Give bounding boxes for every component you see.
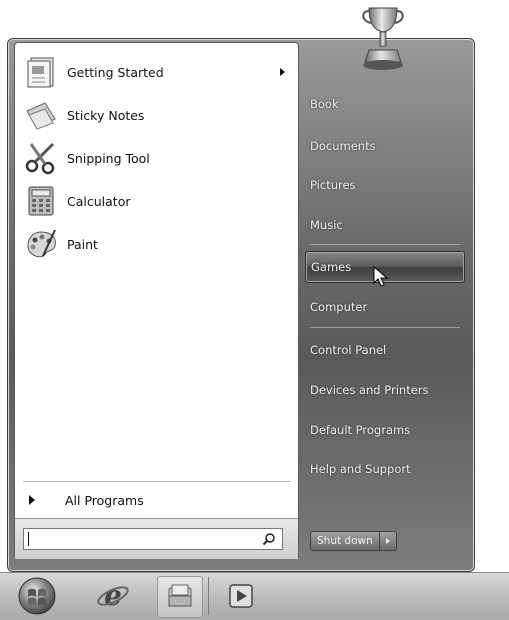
program-label: Getting Started — [67, 64, 164, 80]
all-programs-button[interactable]: All Programs — [19, 487, 293, 513]
program-item-getting-started[interactable]: Getting Started — [19, 53, 293, 91]
taskbar-media-player[interactable] — [220, 576, 262, 616]
scissors-icon — [25, 142, 55, 175]
sticky-notes-icon — [26, 102, 56, 130]
divider — [23, 481, 291, 482]
right-item-music[interactable]: Music — [305, 210, 463, 240]
right-item-pictures[interactable]: Pictures — [305, 170, 463, 200]
program-item-snipping-tool[interactable]: Snipping Tool — [19, 139, 293, 177]
calculator-icon — [28, 186, 54, 216]
taskbar: e — [0, 572, 509, 620]
right-item-label: Music — [310, 218, 343, 232]
right-item-devices-and-printers[interactable]: Devices and Printers — [305, 375, 463, 405]
right-item-label: Devices and Printers — [310, 383, 429, 397]
mouse-pointer-icon — [373, 266, 389, 287]
shutdown-button[interactable]: Shut down — [310, 531, 380, 551]
expand-arrow-icon — [29, 495, 35, 505]
right-item-label: Default Programs — [310, 423, 411, 437]
start-button[interactable] — [14, 576, 60, 616]
right-item-label: Help and Support — [310, 462, 411, 476]
right-item-label: Games — [311, 260, 352, 274]
taskbar-internet-explorer[interactable]: e — [92, 576, 134, 616]
program-item-paint[interactable]: Paint — [19, 225, 293, 263]
svg-text:e: e — [104, 579, 122, 612]
right-item-help-and-support[interactable]: Help and Support — [305, 454, 463, 484]
search-input[interactable] — [23, 528, 283, 550]
program-label: Snipping Tool — [67, 150, 150, 166]
media-player-icon — [229, 584, 253, 608]
taskbar-windows-explorer[interactable] — [157, 576, 203, 618]
program-item-calculator[interactable]: Calculator — [19, 182, 293, 220]
divider — [310, 244, 460, 245]
submenu-arrow-icon — [280, 68, 285, 76]
right-item-control-panel[interactable]: Control Panel — [305, 335, 463, 365]
search-icon[interactable] — [262, 532, 276, 546]
shutdown-group: Shut down — [310, 531, 397, 551]
trophy-icon[interactable] — [359, 2, 407, 76]
all-programs-label: All Programs — [65, 492, 144, 508]
search-area — [15, 518, 298, 559]
right-item-label: Computer — [310, 300, 368, 314]
program-label: Sticky Notes — [67, 107, 145, 123]
right-item-default-programs[interactable]: Default Programs — [305, 415, 463, 445]
program-label: Paint — [67, 236, 98, 252]
taskbar-divider — [208, 577, 209, 615]
program-list-pane: Getting Started Sticky Notes Snipping To… — [14, 42, 299, 559]
right-item-label: Pictures — [310, 178, 356, 192]
text-caret — [28, 532, 29, 546]
right-item-label: Control Panel — [310, 343, 387, 357]
right-item-label: Documents — [310, 139, 376, 153]
right-item-computer[interactable]: Computer — [305, 292, 463, 322]
shutdown-options-button[interactable] — [379, 531, 397, 551]
program-item-sticky-notes[interactable]: Sticky Notes — [19, 96, 293, 134]
program-label: Calculator — [67, 193, 131, 209]
right-item-documents[interactable]: Documents — [305, 131, 463, 161]
start-orb-icon — [18, 577, 56, 615]
chevron-right-icon — [385, 538, 390, 544]
internet-explorer-icon: e — [97, 579, 129, 612]
right-item-book[interactable]: Book — [305, 89, 463, 119]
windows-explorer-icon — [168, 584, 192, 607]
divider — [310, 327, 460, 328]
right-item-label: Book — [310, 97, 339, 111]
getting-started-icon — [27, 57, 54, 88]
paint-palette-icon — [27, 229, 56, 258]
